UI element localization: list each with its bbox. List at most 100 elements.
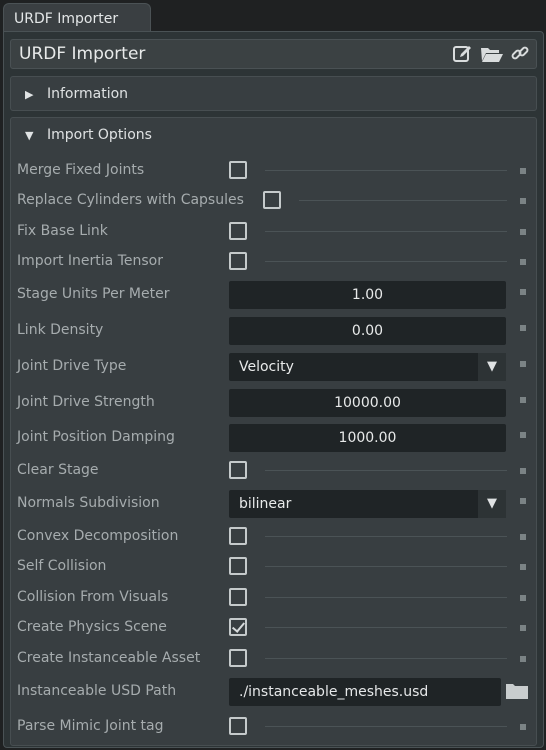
joint-position-damping-label: Joint Position Damping bbox=[17, 429, 175, 445]
normals-subdivision-label: Normals Subdivision bbox=[17, 495, 160, 511]
reset-indicator[interactable] bbox=[520, 325, 526, 331]
convex-decomposition-row: Convex Decomposition bbox=[4, 522, 545, 552]
divider bbox=[265, 566, 507, 567]
stage-units-input[interactable]: 1.00 bbox=[229, 281, 506, 309]
replace-cylinders-checkbox[interactable] bbox=[263, 191, 281, 209]
joint-position-damping-row: Joint Position Damping 1000.00 bbox=[4, 423, 545, 453]
expand-triangle-icon: ▶ bbox=[25, 87, 34, 101]
import-inertia-tensor-row: Import Inertia Tensor bbox=[4, 247, 545, 277]
merge-fixed-joints-checkbox[interactable] bbox=[229, 161, 247, 179]
folder-open-icon[interactable] bbox=[480, 44, 504, 64]
joint-drive-strength-row: Joint Drive Strength 10000.00 bbox=[4, 388, 545, 418]
joint-drive-type-dropdown[interactable]: Velocity ▼ bbox=[229, 353, 506, 381]
create-instanceable-asset-label: Create Instanceable Asset bbox=[17, 650, 201, 666]
divider bbox=[265, 536, 507, 537]
reset-indicator[interactable] bbox=[520, 397, 526, 403]
reset-indicator[interactable] bbox=[520, 361, 526, 367]
divider bbox=[265, 726, 507, 727]
dropdown-arrow-icon[interactable]: ▼ bbox=[478, 490, 506, 518]
parse-mimic-row: Parse Mimic Joint tag bbox=[4, 712, 545, 742]
instanceable-usd-path-input[interactable]: ./instanceable_meshes.usd bbox=[229, 678, 501, 706]
tab-urdf-importer[interactable]: URDF Importer bbox=[3, 3, 151, 32]
clear-stage-checkbox[interactable] bbox=[229, 461, 247, 479]
reset-indicator[interactable] bbox=[520, 564, 526, 570]
link-density-row: Link Density 0.00 bbox=[4, 316, 545, 346]
dropdown-arrow-icon[interactable]: ▼ bbox=[478, 353, 506, 381]
reset-indicator[interactable] bbox=[520, 595, 526, 601]
divider bbox=[265, 261, 507, 262]
divider bbox=[265, 470, 507, 471]
merge-fixed-joints-label: Merge Fixed Joints bbox=[17, 162, 145, 178]
import-inertia-tensor-checkbox[interactable] bbox=[229, 252, 247, 270]
replace-cylinders-label: Replace Cylinders with Capsules bbox=[17, 192, 244, 208]
self-collision-checkbox[interactable] bbox=[229, 557, 247, 575]
joint-drive-type-value: Velocity bbox=[239, 359, 294, 375]
stage-units-label: Stage Units Per Meter bbox=[17, 286, 170, 302]
link-icon[interactable] bbox=[510, 44, 530, 64]
reset-indicator[interactable] bbox=[520, 656, 526, 662]
normals-subdivision-row: Normals Subdivision bilinear ▼ bbox=[4, 489, 545, 519]
reset-indicator[interactable] bbox=[520, 724, 526, 730]
folder-icon[interactable] bbox=[505, 682, 529, 705]
joint-position-damping-input[interactable]: 1000.00 bbox=[229, 424, 506, 452]
information-header: Information bbox=[47, 86, 129, 102]
replace-cylinders-row: Replace Cylinders with Capsules bbox=[4, 186, 545, 216]
reset-indicator[interactable] bbox=[520, 432, 526, 438]
import-options-label: Import Options bbox=[47, 127, 152, 143]
edit-icon[interactable] bbox=[452, 44, 474, 64]
link-density-input[interactable]: 0.00 bbox=[229, 317, 506, 345]
link-density-label: Link Density bbox=[17, 322, 104, 338]
create-physics-scene-label: Create Physics Scene bbox=[17, 619, 167, 635]
divider bbox=[265, 231, 507, 232]
divider bbox=[299, 200, 507, 201]
reset-indicator[interactable] bbox=[520, 198, 526, 204]
fix-base-link-label: Fix Base Link bbox=[17, 223, 108, 239]
collision-from-visuals-checkbox[interactable] bbox=[229, 588, 247, 606]
create-physics-scene-row: Create Physics Scene bbox=[4, 613, 545, 643]
clear-stage-label: Clear Stage bbox=[17, 462, 99, 478]
reset-indicator[interactable] bbox=[520, 229, 526, 235]
stage-units-row: Stage Units Per Meter 1.00 bbox=[4, 280, 545, 310]
parse-mimic-checkbox[interactable] bbox=[229, 717, 247, 735]
collision-from-visuals-row: Collision From Visuals bbox=[4, 583, 545, 613]
reset-indicator[interactable] bbox=[520, 289, 526, 295]
reset-indicator[interactable] bbox=[520, 498, 526, 504]
normals-subdivision-value: bilinear bbox=[239, 496, 292, 512]
title-bar: URDF Importer bbox=[10, 39, 537, 69]
joint-drive-type-row: Joint Drive Type Velocity ▼ bbox=[4, 352, 545, 382]
joint-drive-strength-input[interactable]: 10000.00 bbox=[229, 389, 506, 417]
collision-from-visuals-label: Collision From Visuals bbox=[17, 589, 169, 605]
reset-indicator[interactable] bbox=[520, 168, 526, 174]
clear-stage-row: Clear Stage bbox=[4, 456, 545, 486]
reset-indicator[interactable] bbox=[520, 625, 526, 631]
joint-drive-strength-label: Joint Drive Strength bbox=[17, 394, 155, 410]
divider bbox=[265, 170, 507, 171]
urdf-importer-window: URDF Importer ▶ Information ▼ Import Opt… bbox=[3, 31, 544, 748]
collapse-triangle-icon: ▼ bbox=[25, 128, 34, 142]
tab-bar: URDF Importer bbox=[0, 0, 546, 32]
divider bbox=[265, 627, 507, 628]
self-collision-row: Self Collision bbox=[4, 552, 545, 582]
title-icons bbox=[452, 44, 530, 64]
joint-drive-type-label: Joint Drive Type bbox=[17, 358, 127, 374]
create-instanceable-asset-row: Create Instanceable Asset bbox=[4, 644, 545, 674]
reset-indicator[interactable] bbox=[520, 534, 526, 540]
fix-base-link-row: Fix Base Link bbox=[4, 217, 545, 247]
create-instanceable-asset-checkbox[interactable] bbox=[229, 649, 247, 667]
parse-mimic-label: Parse Mimic Joint tag bbox=[17, 718, 164, 734]
fix-base-link-checkbox[interactable] bbox=[229, 222, 247, 240]
instanceable-usd-path-row: Instanceable USD Path ./instanceable_mes… bbox=[4, 677, 545, 707]
divider bbox=[265, 658, 507, 659]
information-section[interactable]: ▶ Information bbox=[10, 76, 537, 111]
create-physics-scene-checkbox[interactable] bbox=[229, 618, 247, 636]
convex-decomposition-checkbox[interactable] bbox=[229, 527, 247, 545]
reset-indicator[interactable] bbox=[520, 468, 526, 474]
divider bbox=[265, 597, 507, 598]
merge-fixed-joints-row: Merge Fixed Joints bbox=[4, 156, 545, 186]
convex-decomposition-label: Convex Decomposition bbox=[17, 528, 179, 544]
import-options-header[interactable]: ▼ Import Options bbox=[25, 127, 152, 143]
self-collision-label: Self Collision bbox=[17, 558, 107, 574]
import-inertia-tensor-label: Import Inertia Tensor bbox=[17, 253, 163, 269]
reset-indicator[interactable] bbox=[520, 259, 526, 265]
normals-subdivision-dropdown[interactable]: bilinear ▼ bbox=[229, 490, 506, 518]
